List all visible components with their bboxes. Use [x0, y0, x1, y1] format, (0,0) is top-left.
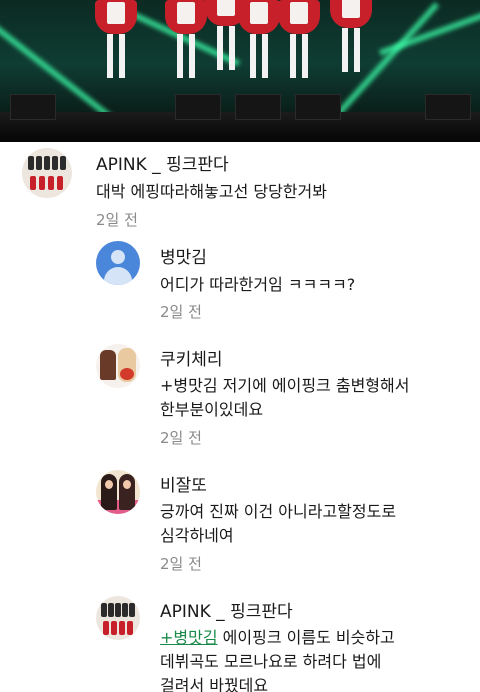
comment-text: 대박 에핑따라해놓고선 당당한거봐: [96, 182, 327, 201]
reply-item: APINK _ 핑크판다 +병맛김 에이핑크 이름도 비슷하고 데뷔곡도 모르나…: [0, 592, 480, 692]
comment-timestamp: 2일 전: [96, 211, 138, 229]
reply-item: 병맛김 어디가 따라한거임 ㅋㅋㅋㅋ? 2일 전: [0, 238, 480, 328]
stage-speaker: [10, 94, 56, 120]
reply-author[interactable]: 비잘또: [160, 471, 207, 496]
comment-author[interactable]: APINK _ 핑크판다: [96, 150, 229, 175]
reply-item: 쿠키체리 +병맛김 저기에 에이핑크 춤변형해서 한부분이있데요 2일 전: [0, 340, 480, 456]
stage-speaker: [295, 94, 341, 120]
reply-timestamp: 2일 전: [160, 303, 202, 321]
performer: [278, 0, 320, 78]
stage-speaker: [235, 94, 281, 120]
performer: [165, 0, 207, 78]
reply-text-line: 긍까여 진짜 이건 아니라고할정도로: [160, 502, 397, 521]
reply-author[interactable]: 병맛김: [160, 243, 207, 268]
performer: [95, 0, 137, 78]
reply-author[interactable]: 쿠키체리: [160, 345, 223, 370]
comment-top: APINK _ 핑크판다 대박 에핑따라해놓고선 당당한거봐 2일 전: [0, 142, 480, 234]
reply-timestamp: 2일 전: [160, 429, 202, 447]
stage-speaker: [175, 94, 221, 120]
performer: [238, 0, 280, 78]
reply-author[interactable]: APINK _ 핑크판다: [160, 597, 293, 622]
avatar-cookie[interactable]: [96, 344, 140, 388]
reply-text-line: 한부분이있데요: [160, 400, 264, 419]
performer: [330, 0, 372, 72]
avatar-cherry[interactable]: [96, 470, 140, 514]
reply-item: 비잘또 긍까여 진짜 이건 아니라고할정도로 심각하네여 2일 전: [0, 466, 480, 582]
reply-text-line: 데뷔곡도 모르나요로 하려다 법에: [160, 652, 382, 671]
mention-link[interactable]: +병맛김: [160, 628, 218, 647]
reply-text-line: +병맛김 저기에 에이핑크 춤변형해서: [160, 376, 410, 395]
reply-text-line: +병맛김 에이핑크 이름도 비슷하고: [160, 626, 395, 650]
reply-timestamp: 2일 전: [160, 555, 202, 573]
reply-text: 어디가 따라한거임 ㅋㅋㅋㅋ?: [160, 275, 356, 294]
video-player[interactable]: [0, 0, 480, 142]
avatar-apink-group[interactable]: [22, 148, 72, 198]
avatar-apink-group[interactable]: [96, 596, 140, 640]
reply-text-line: 걸려서 바꿨데요: [160, 676, 269, 692]
reply-text-fragment: 에이핑크 이름도 비슷하고: [217, 628, 395, 647]
default-avatar-icon[interactable]: [96, 241, 140, 285]
reply-text-line: 심각하네여: [160, 526, 234, 545]
stage-speaker: [425, 94, 471, 120]
